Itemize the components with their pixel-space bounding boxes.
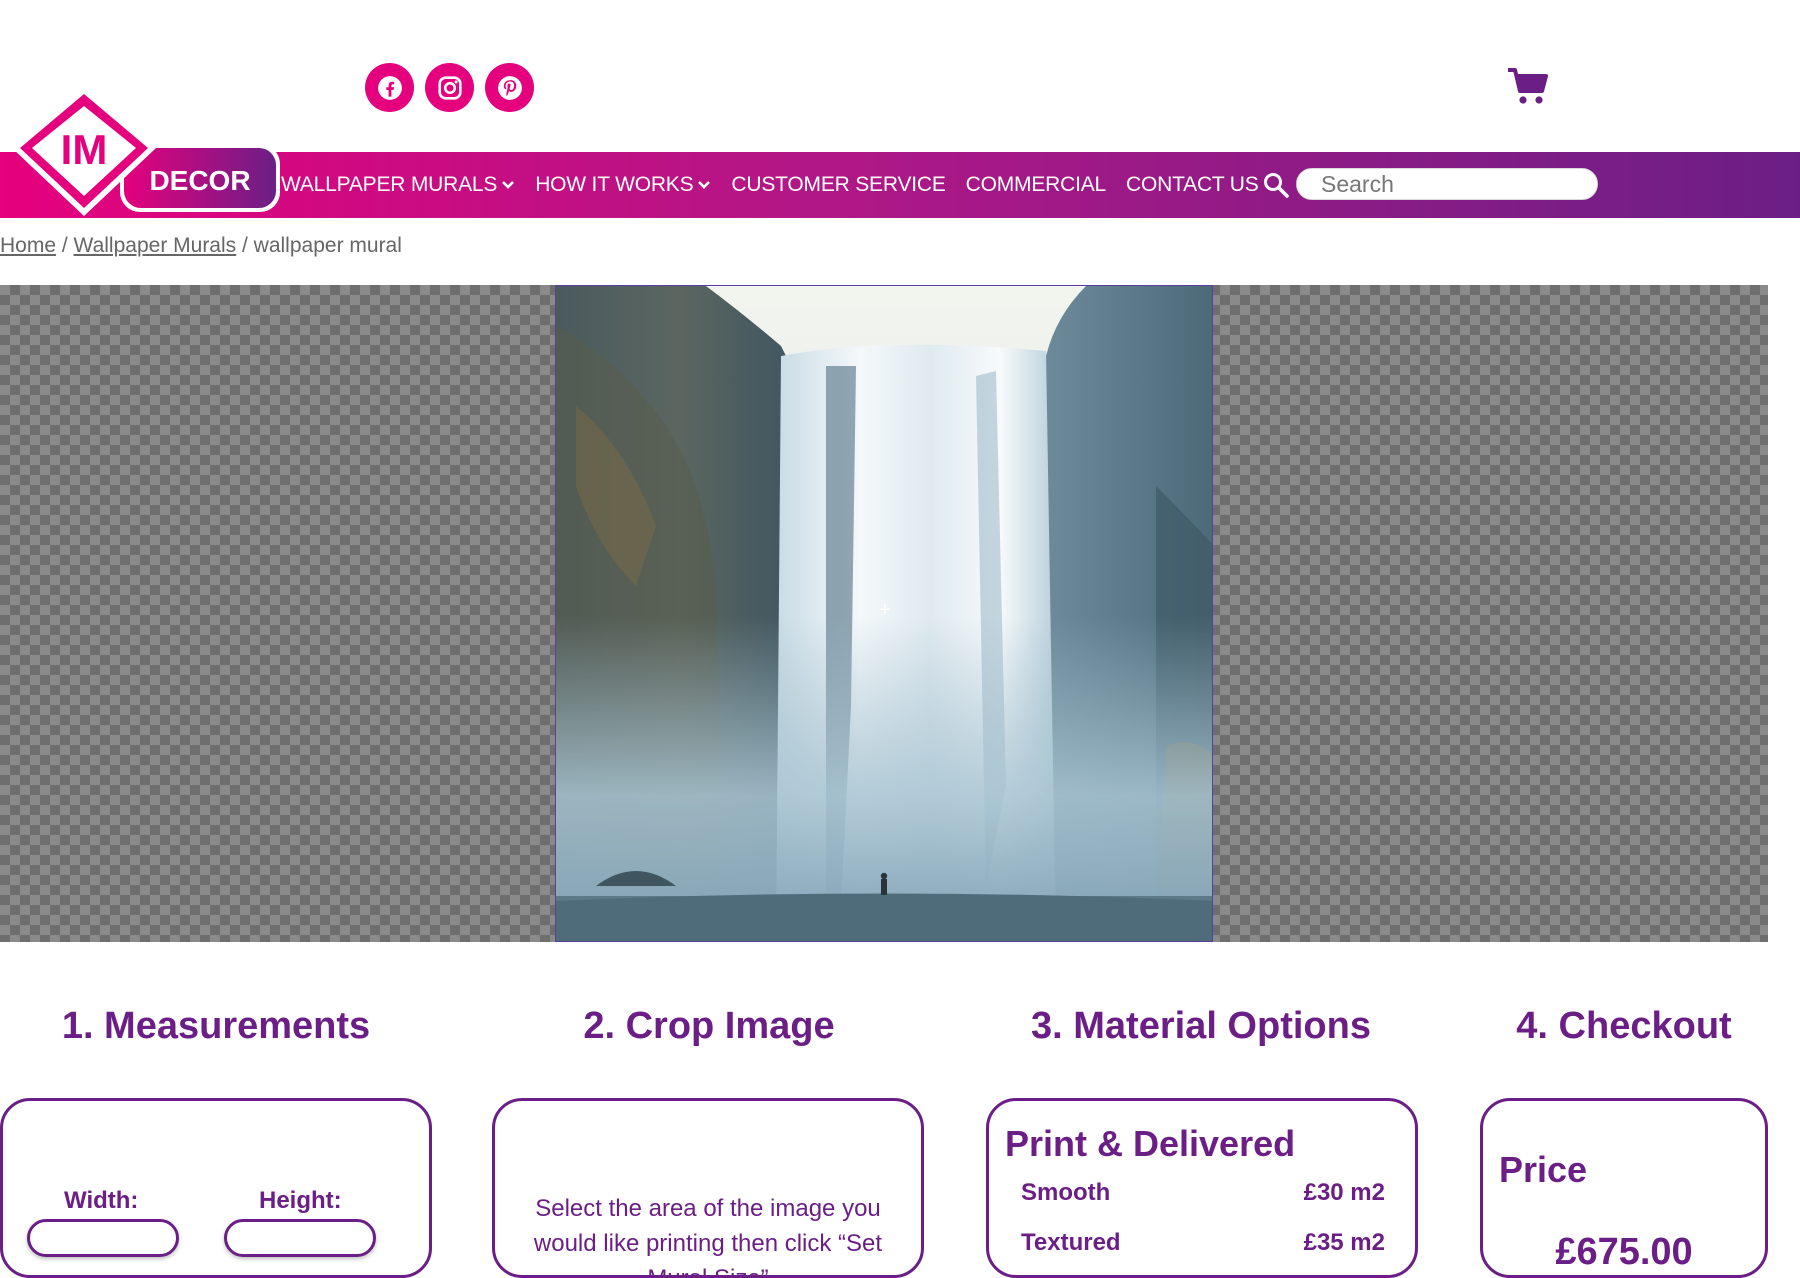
step-checkout-title: 4. Checkout <box>1516 1005 1732 1047</box>
nav-item-label: CONTACT US <box>1126 173 1259 196</box>
price-label: Price <box>1499 1149 1588 1190</box>
crop-panel: Select the area of the image you would l… <box>492 1098 924 1278</box>
main-menu: WALLPAPER MURALS HOW IT WORKS CUSTOMER S… <box>281 152 1279 218</box>
material-option-textured[interactable]: Textured £35 m2 <box>1021 1229 1385 1257</box>
breadcrumb-category-link[interactable]: Wallpaper Murals <box>74 234 237 257</box>
nav-item-commercial[interactable]: COMMERCIAL <box>965 173 1107 197</box>
nav-item-contact-us[interactable]: CONTACT US <box>1126 173 1259 197</box>
nav-item-wallpaper-murals[interactable]: WALLPAPER MURALS <box>281 173 515 197</box>
search-input[interactable] <box>1296 168 1598 200</box>
facebook-icon <box>377 75 402 100</box>
breadcrumb-separator: / <box>236 234 254 257</box>
height-input[interactable] <box>224 1219 376 1257</box>
nav-item-label: HOW IT WORKS <box>535 173 694 196</box>
facebook-link[interactable] <box>365 63 414 112</box>
width-input[interactable] <box>27 1219 179 1257</box>
nav-item-label: CUSTOMER SERVICE <box>731 173 946 196</box>
cart-icon[interactable] <box>1507 66 1549 106</box>
pinterest-icon <box>497 75 522 100</box>
logo[interactable]: IM DECOR <box>0 84 290 219</box>
step-material-title: 3. Material Options <box>1031 1005 1371 1047</box>
pinterest-link[interactable] <box>485 63 534 112</box>
checkout-panel: Price £675.00 <box>1480 1098 1768 1278</box>
chevron-down-icon <box>698 181 711 189</box>
chevron-down-icon <box>502 181 515 189</box>
nav-item-label: WALLPAPER MURALS <box>281 173 498 196</box>
nav-item-label: COMMERCIAL <box>965 173 1107 196</box>
material-option-smooth[interactable]: Smooth £30 m2 <box>1021 1179 1385 1207</box>
step-measurements-title: 1. Measurements <box>61 1005 371 1047</box>
logo-im-text: IM <box>61 126 108 173</box>
material-heading: Print & Delivered <box>1005 1123 1296 1164</box>
price-value: £675.00 <box>1555 1231 1693 1273</box>
material-panel: Print & Delivered Smooth £30 m2 Textured… <box>986 1098 1418 1278</box>
nav-item-how-it-works[interactable]: HOW IT WORKS <box>535 173 711 197</box>
crosshair-marker: + <box>879 599 891 621</box>
breadcrumb-current: wallpaper mural <box>253 234 402 257</box>
step-crop-title: 2. Crop Image <box>583 1005 835 1047</box>
search-icon[interactable] <box>1262 171 1290 199</box>
material-option-name: Textured <box>1021 1229 1121 1256</box>
breadcrumb-home-link[interactable]: Home <box>0 234 56 257</box>
material-option-price: £35 m2 <box>1303 1229 1385 1256</box>
width-label: Width: <box>64 1187 139 1214</box>
height-label: Height: <box>259 1187 342 1214</box>
instagram-icon <box>437 75 462 100</box>
material-option-price: £30 m2 <box>1303 1179 1385 1206</box>
material-option-name: Smooth <box>1021 1179 1111 1206</box>
social-links <box>365 63 534 112</box>
measurements-panel: Width: Height: <box>0 1098 432 1278</box>
instagram-link[interactable] <box>425 63 474 112</box>
nav-item-customer-service[interactable]: CUSTOMER SERVICE <box>731 173 945 197</box>
logo-decor-text: DECOR <box>149 165 250 196</box>
crop-instructions: Select the area of the image you would l… <box>533 1195 883 1275</box>
breadcrumb-separator: / <box>56 234 74 257</box>
breadcrumb: Home / Wallpaper Murals / wallpaper mura… <box>0 234 402 258</box>
